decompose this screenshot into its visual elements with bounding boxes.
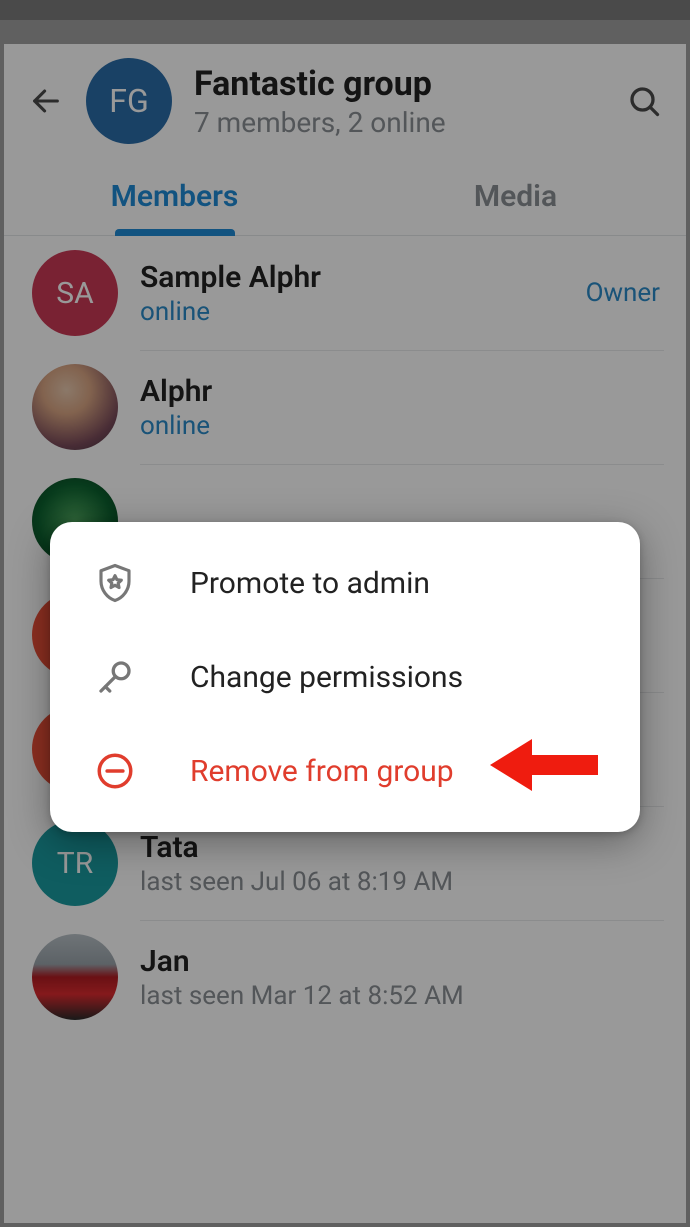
member-status: online [140, 297, 321, 327]
app-screen: FG Fantastic group 7 members, 2 online M… [4, 44, 686, 1223]
member-name: Tata [140, 830, 453, 865]
member-name: Sample Alphr [140, 260, 321, 295]
key-icon [90, 652, 140, 702]
member-row[interactable]: SA Sample Alphr online Owner [4, 236, 686, 350]
menu-remove-from-group[interactable]: Remove from group [50, 724, 640, 818]
member-avatar [32, 934, 118, 1020]
tab-members[interactable]: Members [4, 158, 345, 235]
menu-label: Promote to admin [190, 566, 430, 601]
member-avatar: SA [32, 250, 118, 336]
search-icon [626, 83, 662, 119]
remove-circle-icon [90, 746, 140, 796]
tab-media[interactable]: Media [345, 158, 686, 235]
member-name: Jan [140, 944, 464, 979]
group-avatar[interactable]: FG [86, 58, 172, 144]
member-avatar: TR [32, 820, 118, 906]
member-row[interactable]: Alphr online [4, 350, 686, 464]
menu-label: Remove from group [190, 754, 454, 789]
context-menu: Promote to admin Change permissions Remo… [50, 522, 640, 832]
tabs: Members Media [4, 158, 686, 236]
group-header: FG Fantastic group 7 members, 2 online [4, 44, 686, 158]
back-button[interactable] [24, 79, 68, 123]
group-subtitle: 7 members, 2 online [194, 106, 622, 139]
member-row[interactable]: Jan last seen Mar 12 at 8:52 AM [4, 920, 686, 1034]
member-avatar [32, 364, 118, 450]
member-status: last seen Jul 06 at 8:19 AM [140, 867, 453, 897]
device-status-bar [0, 0, 690, 20]
menu-label: Change permissions [190, 660, 463, 695]
group-title: Fantastic group [194, 64, 622, 104]
member-name: Alphr [140, 374, 212, 409]
menu-change-permissions[interactable]: Change permissions [50, 630, 640, 724]
shield-star-icon [90, 558, 140, 608]
member-status: online [140, 411, 212, 441]
menu-promote-admin[interactable]: Promote to admin [50, 536, 640, 630]
member-status: last seen Mar 12 at 8:52 AM [140, 981, 464, 1011]
back-arrow-icon [29, 84, 63, 118]
search-button[interactable] [622, 79, 666, 123]
member-role: Owner [586, 278, 660, 308]
